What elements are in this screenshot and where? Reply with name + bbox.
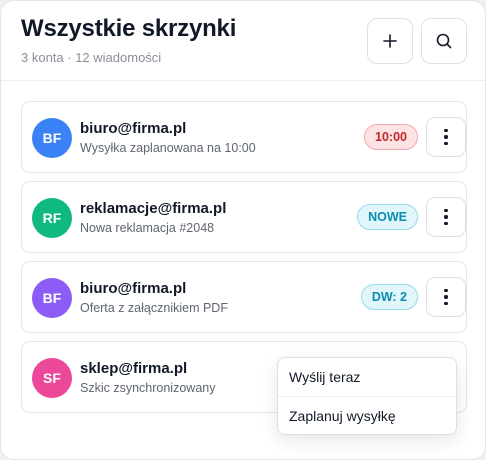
message-snippet: Oferta z załącznikiem PDF <box>80 301 228 315</box>
message-snippet: Nowa reklamacja #2048 <box>80 221 215 235</box>
account-email: biuro@firma.pl <box>80 120 187 137</box>
list-item[interactable]: BF biuro@firma.pl Oferta z załącznikiem … <box>21 261 467 333</box>
panel-header: Wszystkie skrzynki 3 konta · 12 wiadomoś… <box>1 1 485 81</box>
search-button[interactable] <box>421 18 467 64</box>
scheduled-time-badge: 10:00 <box>364 124 418 150</box>
search-icon <box>436 33 452 49</box>
account-email: reklamacje@firma.pl <box>80 200 227 217</box>
send-options-menu: Wyślij teraz Zaplanuj wysyłkę <box>277 357 457 435</box>
add-account-button[interactable] <box>367 18 413 64</box>
plus-icon <box>383 34 397 48</box>
account-email: sklep@firma.pl <box>80 360 188 377</box>
list-item[interactable]: RF reklamacje@firma.pl Nowa reklamacja #… <box>21 181 467 253</box>
more-options-button[interactable] <box>426 117 466 157</box>
more-vertical-icon <box>444 128 448 146</box>
page-subtitle: 3 konta · 12 wiadomości <box>21 50 162 65</box>
avatar: RF <box>32 198 72 238</box>
more-vertical-icon <box>444 208 448 226</box>
new-badge: NOWE <box>357 204 418 230</box>
avatar: BF <box>32 118 72 158</box>
inbox-panel: Wszystkie skrzynki 3 konta · 12 wiadomoś… <box>0 0 486 460</box>
more-vertical-icon <box>444 288 448 306</box>
cc-count-badge: DW: 2 <box>360 284 418 310</box>
more-options-button[interactable] <box>426 277 466 317</box>
message-snippet: Wysyłka zaplanowana na 10:00 <box>80 141 256 155</box>
menu-item-send-now[interactable]: Wyślij teraz <box>278 358 456 396</box>
avatar: BF <box>32 278 72 318</box>
message-snippet: Szkic zsynchronizowany <box>80 381 216 395</box>
more-options-button[interactable] <box>426 197 466 237</box>
page-title: Wszystkie skrzynki <box>21 15 237 42</box>
avatar: SF <box>32 358 72 398</box>
account-email: biuro@firma.pl <box>80 280 187 297</box>
menu-item-schedule-send[interactable]: Zaplanuj wysyłkę <box>278 396 456 434</box>
list-item[interactable]: BF biuro@firma.pl Wysyłka zaplanowana na… <box>21 101 467 173</box>
